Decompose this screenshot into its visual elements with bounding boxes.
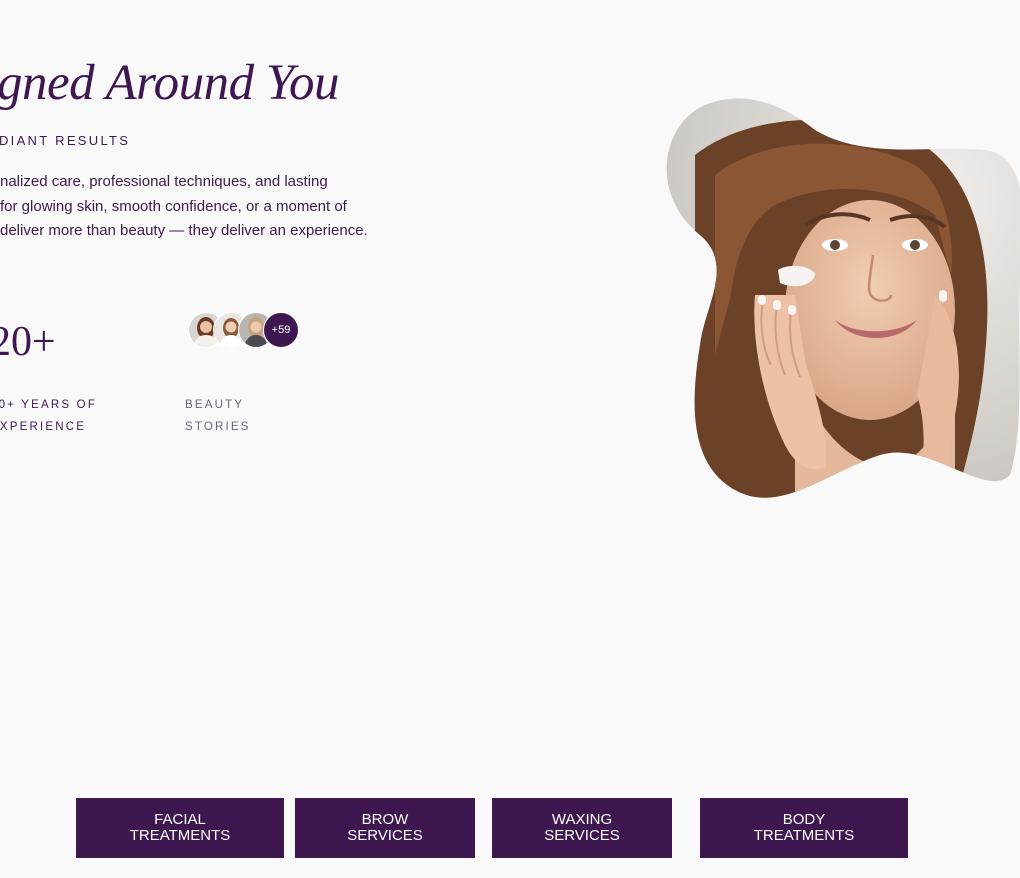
years-stat-value: 20+ [0, 319, 56, 365]
button-label-line: TREATMENTS [753, 827, 855, 844]
hero-image-woman-applying-cream [655, 95, 1020, 500]
stories-stat-label-line: STORIES [185, 421, 251, 433]
hero-description-line: for glowing skin, smooth confidence, or … [0, 197, 347, 215]
button-label-line: TREATMENTS [129, 827, 231, 844]
hero-description: nalized care, professional techniques, a… [0, 170, 368, 244]
years-stat-label-line: EXPERIENCE [0, 421, 87, 433]
waxing-services-button[interactable]: WAXING SERVICES [492, 798, 672, 858]
brow-services-button[interactable]: BROW SERVICES [295, 798, 475, 858]
hero-description-line: nalized care, professional techniques, a… [0, 173, 328, 190]
button-label-line: BROW [361, 811, 409, 828]
service-buttons: FACIAL TREATMENTS BROW SERVICES WAXING S… [0, 798, 1020, 858]
button-label-line: FACIAL [154, 811, 206, 828]
body-treatments-button[interactable]: BODY TREATMENTS [700, 798, 908, 858]
hero-description-line: deliver more than beauty — they deliver … [0, 222, 368, 239]
button-label-line: SERVICES [347, 827, 423, 844]
stories-stat-label: BEAUTY STORIES [185, 394, 251, 438]
hero-subtitle: ADIANT RESULTS [0, 133, 131, 148]
facial-treatments-button[interactable]: FACIAL TREATMENTS [76, 798, 284, 858]
review-avatar-group[interactable]: +59 [188, 312, 300, 350]
years-stat-label-line: 20+ YEARS OF [0, 399, 98, 411]
button-label-line: SERVICES [544, 827, 620, 844]
more-reviews-badge[interactable]: +59 [263, 312, 299, 348]
button-label-line: BODY [782, 811, 826, 828]
stories-stat-label-line: BEAUTY [185, 399, 245, 411]
years-stat-label: 20+ YEARS OF EXPERIENCE [0, 394, 97, 438]
page: signed Around You ADIANT RESULTS nalized… [0, 0, 1020, 878]
button-label-line: WAXING [551, 811, 613, 828]
hero-title: signed Around You [0, 55, 340, 111]
